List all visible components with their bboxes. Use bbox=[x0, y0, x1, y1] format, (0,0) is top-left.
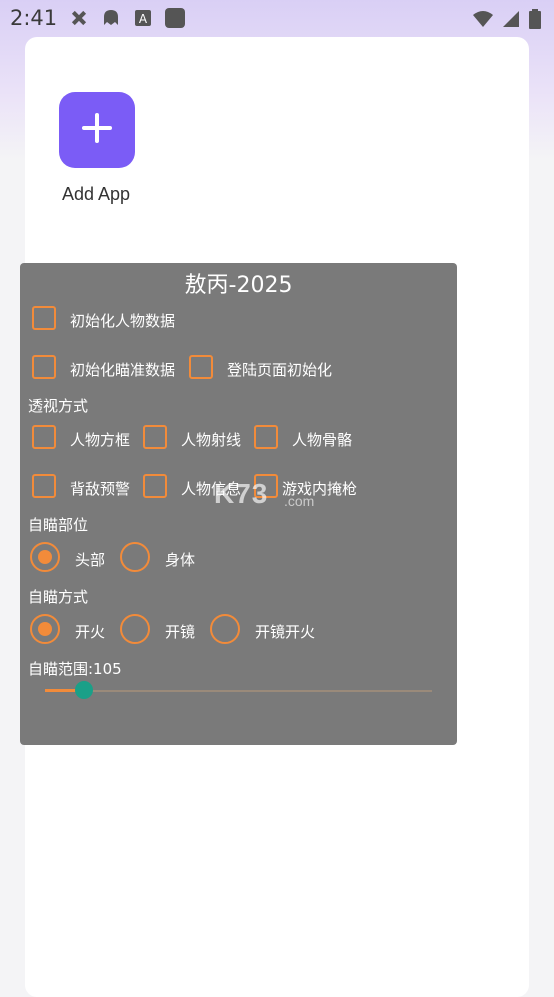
player-line-checkbox[interactable] bbox=[143, 425, 167, 449]
login-page-init-checkbox[interactable] bbox=[189, 355, 213, 379]
aim-body-radio[interactable] bbox=[120, 542, 150, 572]
watermark-domain: .com bbox=[284, 493, 315, 509]
init-aim-data-checkbox[interactable] bbox=[32, 355, 56, 379]
player-skeleton-checkbox[interactable] bbox=[254, 425, 278, 449]
plus-icon bbox=[80, 111, 114, 149]
back-enemy-warning-label: 背敌预警 bbox=[70, 480, 131, 498]
init-player-data-label: 初始化人物数据 bbox=[70, 312, 176, 330]
init-player-data-checkbox[interactable] bbox=[32, 306, 56, 330]
battery-icon bbox=[528, 8, 542, 30]
aim-part-section-title: 自瞄部位 bbox=[28, 516, 89, 534]
aim-range-thumb[interactable] bbox=[74, 681, 93, 699]
aim-scope-radio[interactable] bbox=[120, 614, 150, 644]
no-sim-icon bbox=[68, 7, 90, 29]
aim-scope-label: 开镜 bbox=[165, 623, 196, 641]
player-info-checkbox[interactable] bbox=[143, 474, 167, 498]
player-line-label: 人物射线 bbox=[181, 431, 242, 449]
aim-scope-fire-label: 开镜开火 bbox=[255, 623, 316, 641]
watermark-logo: K73 bbox=[214, 478, 269, 509]
svg-text:A: A bbox=[139, 12, 148, 26]
aim-head-radio[interactable] bbox=[30, 542, 60, 572]
login-page-init-label: 登陆页面初始化 bbox=[227, 361, 333, 379]
add-app-button[interactable] bbox=[59, 92, 135, 168]
aim-body-label: 身体 bbox=[165, 551, 196, 569]
aim-head-label: 头部 bbox=[75, 551, 106, 569]
aim-scope-fire-radio[interactable] bbox=[210, 614, 240, 644]
a-badge-icon: A bbox=[132, 7, 154, 29]
aim-fire-radio[interactable] bbox=[30, 614, 60, 644]
aim-fire-label: 开火 bbox=[75, 623, 106, 641]
player-skeleton-label: 人物骨骼 bbox=[292, 431, 353, 449]
add-app-label: Add App bbox=[61, 184, 131, 204]
player-box-label: 人物方框 bbox=[70, 431, 131, 449]
ghost-icon bbox=[100, 7, 122, 29]
player-box-checkbox[interactable] bbox=[32, 425, 56, 449]
back-enemy-warning-checkbox[interactable] bbox=[32, 474, 56, 498]
status-time: 2:41 bbox=[10, 6, 58, 30]
square-app-icon bbox=[164, 7, 186, 29]
system-icons bbox=[472, 8, 542, 30]
wifi-icon bbox=[472, 8, 494, 30]
init-aim-data-label: 初始化瞄准数据 bbox=[70, 361, 176, 379]
aim-mode-section-title: 自瞄方式 bbox=[28, 588, 89, 606]
aim-range-track[interactable] bbox=[45, 690, 432, 692]
status-bar: 2:41 A bbox=[0, 0, 554, 38]
notification-icons: A bbox=[68, 7, 186, 29]
esp-section-title: 透视方式 bbox=[28, 397, 89, 415]
panel-title: 敖丙-2025 bbox=[184, 273, 293, 298]
signal-icon bbox=[500, 8, 522, 30]
aim-range-label: 自瞄范围:105 bbox=[28, 660, 122, 678]
